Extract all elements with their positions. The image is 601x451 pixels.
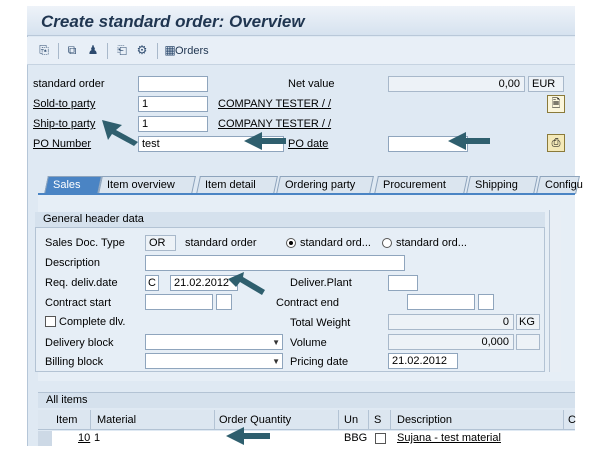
annotation-arrows xyxy=(102,120,490,445)
annotation-arrow-icon xyxy=(102,120,490,445)
